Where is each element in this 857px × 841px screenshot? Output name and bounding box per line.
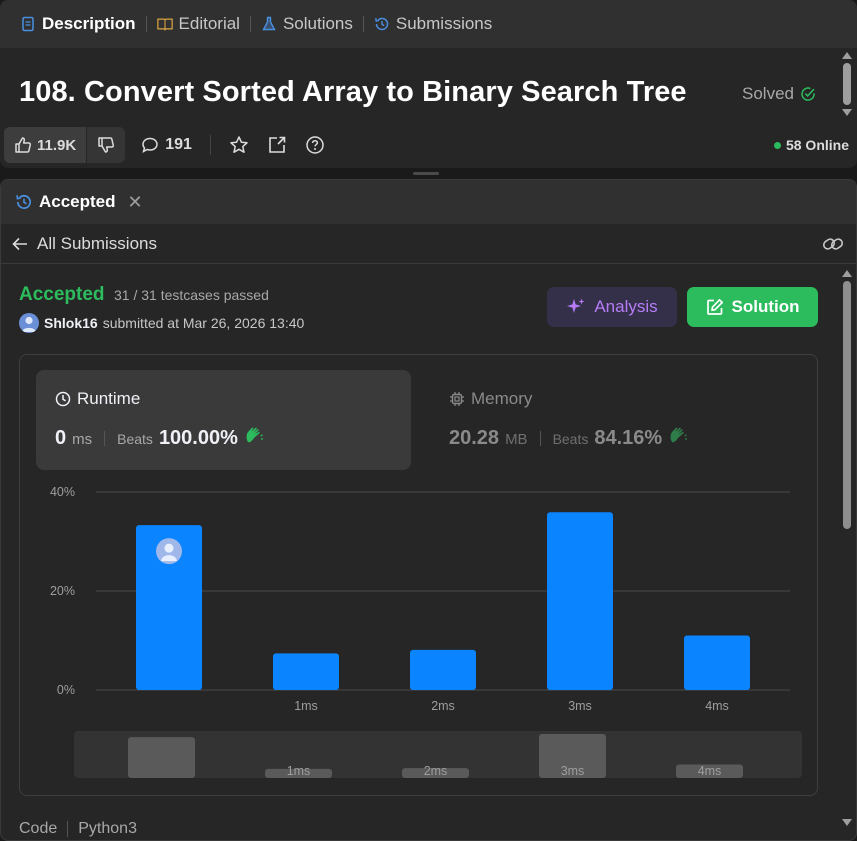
x-tick-label: 1ms xyxy=(294,699,318,713)
book-icon xyxy=(156,18,173,31)
arrow-left-icon xyxy=(12,237,27,250)
comment-icon xyxy=(142,137,158,154)
like-button[interactable]: 11.9K xyxy=(4,127,88,163)
history-icon xyxy=(374,17,389,31)
chart-bar[interactable] xyxy=(684,635,750,690)
like-count: 11.9K xyxy=(37,136,77,154)
edit-icon xyxy=(706,298,723,315)
code-footer: Code Python3 xyxy=(19,820,137,838)
analysis-label: Analysis xyxy=(594,297,658,316)
testcases-passed: 31 / 31 testcases passed xyxy=(114,287,269,303)
user-icon xyxy=(22,316,36,332)
flask-icon xyxy=(262,16,276,31)
submission-tab-bar: Accepted ✕ xyxy=(1,180,856,224)
sparkle-icon xyxy=(567,298,585,313)
solved-status-label: Solved xyxy=(742,84,794,103)
x-tick-label: 3ms xyxy=(568,699,592,713)
tab-divider xyxy=(145,16,147,32)
question-circle-icon xyxy=(306,136,324,154)
overview-tick-label: 1ms xyxy=(287,764,311,778)
submitter-row: Shlok16 submitted at Mar 26, 2026 13:40 xyxy=(19,313,304,333)
link-icon[interactable] xyxy=(822,234,844,254)
overview-bar xyxy=(128,737,195,778)
online-indicator: 58 Online xyxy=(773,137,849,153)
submission-scrollbar[interactable] xyxy=(840,268,853,836)
submitted-at: submitted at Mar 26, 2026 13:40 xyxy=(102,315,305,331)
share-button[interactable] xyxy=(267,135,287,155)
overview-tick-label: 3ms xyxy=(561,764,585,778)
close-icon[interactable]: ✕ xyxy=(128,192,143,213)
submission-status: Accepted xyxy=(19,284,105,305)
help-button[interactable] xyxy=(305,135,325,155)
code-label: Code xyxy=(19,820,58,837)
submitter-name[interactable]: Shlok16 xyxy=(44,315,98,331)
scroll-up-arrow-icon[interactable] xyxy=(841,52,852,59)
history-icon xyxy=(16,194,32,209)
overview-tick-label: 2ms xyxy=(424,764,448,778)
tab-submissions[interactable]: Submissions xyxy=(368,0,498,48)
tab-divider xyxy=(249,16,251,32)
document-icon xyxy=(22,16,34,32)
star-icon xyxy=(230,136,248,153)
solution-label: Solution xyxy=(731,297,800,316)
x-tick-label: 4ms xyxy=(705,699,729,713)
description-panel: Description Editorial Solutions Submissi… xyxy=(0,0,857,168)
scroll-down-arrow-icon[interactable] xyxy=(841,109,852,116)
chart-bar[interactable] xyxy=(273,653,339,690)
overview-tick-label: 4ms xyxy=(698,764,722,778)
tab-description-label: Description xyxy=(42,14,136,33)
all-submissions-label: All Submissions xyxy=(37,233,157,253)
problem-tab-bar: Description Editorial Solutions Submissi… xyxy=(0,0,857,48)
runtime-distribution-chart: 0% 20% 40% 1ms 2ms 3ms 4ms 1ms 2ms 3ms 4ms xyxy=(50,485,802,778)
performance-card: Runtime 0 ms Beats 100.00% Memory 20.28 … xyxy=(19,354,818,796)
online-dot xyxy=(773,141,781,149)
tab-accepted[interactable]: Accepted xyxy=(39,192,116,212)
tab-editorial-label: Editorial xyxy=(178,14,240,33)
y-tick-label: 40% xyxy=(50,485,75,499)
comments-button[interactable]: 191 xyxy=(141,136,192,154)
scroll-down-arrow-icon[interactable] xyxy=(841,819,852,826)
tab-divider xyxy=(362,16,364,32)
thumbs-down-icon xyxy=(98,137,115,153)
chart-bar[interactable] xyxy=(547,512,613,690)
problem-title: 108. Convert Sorted Array to Binary Sear… xyxy=(19,76,687,108)
online-count: 58 Online xyxy=(785,137,849,153)
dislike-button[interactable] xyxy=(87,127,125,163)
x-tick-label: 2ms xyxy=(431,699,455,713)
submissions-nav-row: All Submissions xyxy=(1,224,856,264)
vote-group: 11.9K xyxy=(4,127,126,163)
code-footer-divider xyxy=(67,821,69,837)
problem-toolbar: 11.9K 191 58 Online xyxy=(4,127,849,163)
solved-status: Solved xyxy=(742,84,816,104)
analysis-button[interactable]: Analysis xyxy=(547,287,677,327)
y-tick-label: 20% xyxy=(50,584,75,598)
tab-solutions-label: Solutions xyxy=(282,14,353,33)
check-circle-icon xyxy=(801,87,815,101)
submission-panel: Accepted ✕ All Submissions Accepted 31 /… xyxy=(0,179,857,841)
toolbar-divider xyxy=(209,135,211,155)
tab-solutions[interactable]: Solutions xyxy=(255,0,359,48)
comment-count: 191 xyxy=(165,136,192,153)
scrollbar-thumb[interactable] xyxy=(842,281,851,529)
favorite-button[interactable] xyxy=(229,135,249,155)
tab-submissions-label: Submissions xyxy=(395,14,493,33)
tab-description[interactable]: Description xyxy=(14,0,142,48)
panel-resize-handle[interactable] xyxy=(413,172,439,175)
scroll-up-arrow-icon[interactable] xyxy=(841,270,852,277)
chart-bar[interactable] xyxy=(410,649,476,690)
description-scrollbar[interactable] xyxy=(840,48,853,120)
thumbs-up-icon xyxy=(15,137,32,153)
tab-editorial[interactable]: Editorial xyxy=(151,0,246,48)
solution-button[interactable]: Solution xyxy=(687,287,818,327)
scrollbar-thumb[interactable] xyxy=(842,63,851,105)
y-tick-label: 0% xyxy=(57,683,75,697)
avatar[interactable] xyxy=(19,313,39,333)
user-avatar-head xyxy=(164,543,174,553)
all-submissions-link[interactable]: All Submissions xyxy=(11,234,157,254)
language-label: Python3 xyxy=(78,820,137,837)
share-icon xyxy=(269,136,286,153)
